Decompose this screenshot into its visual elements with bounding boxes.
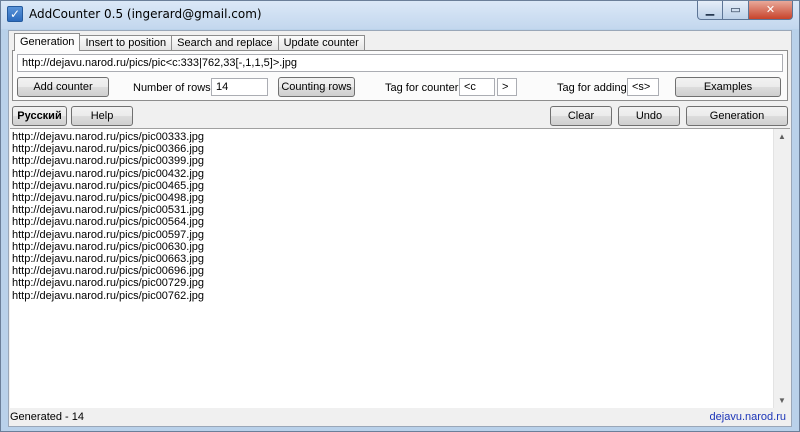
template-input[interactable]: http://dejavu.narod.ru/pics/pic<c:333|76… [17, 54, 783, 72]
rows-label: Number of rows: [133, 82, 214, 94]
output-line: http://dejavu.narod.ru/pics/pic00498.jpg [12, 192, 205, 205]
examples-button[interactable]: Examples [675, 77, 781, 97]
client-area: Generation Insert to position Search and… [8, 30, 792, 427]
tag-adding-input[interactable]: <s> [627, 78, 659, 96]
minimize-button[interactable]: ▁ [697, 1, 723, 20]
tab-generation[interactable]: Generation [14, 33, 81, 51]
output-line: http://dejavu.narod.ru/pics/pic00729.jpg [12, 277, 205, 290]
close-button[interactable]: ✕ [749, 1, 793, 20]
tab-insert-to-position[interactable]: Insert to position [79, 35, 173, 51]
counting-rows-button[interactable]: Counting rows [278, 77, 355, 97]
maximize-button[interactable]: ▭ [723, 1, 749, 20]
output-line: http://dejavu.narod.ru/pics/pic00399.jpg [12, 155, 205, 168]
tab-strip: Generation Insert to position Search and… [14, 33, 365, 51]
output-lines: http://dejavu.narod.ru/pics/pic00333.jpg… [12, 131, 204, 302]
app-window: ✓ AddCounter 0.5 (ingerard@gmail.com) ▁ … [0, 0, 800, 432]
output-line: http://dejavu.narod.ru/pics/pic00630.jpg [12, 240, 205, 253]
output-line: http://dejavu.narod.ru/pics/pic00597.jpg [12, 228, 205, 241]
vertical-scrollbar[interactable]: ▲ ▼ [773, 129, 790, 408]
output-line: http://dejavu.narod.ru/pics/pic00663.jpg [12, 253, 205, 266]
tag-counter-label: Tag for counter: [385, 82, 462, 94]
status-bar: Generated - 14 dejavu.narod.ru [10, 409, 790, 426]
tag-counter-open-input[interactable]: <c [459, 78, 495, 96]
clear-button[interactable]: Clear [550, 106, 612, 126]
help-button[interactable]: Help [71, 106, 133, 126]
rows-input[interactable]: 14 [211, 78, 268, 96]
russian-language-button[interactable]: Русский [12, 106, 67, 126]
title-bar[interactable]: ✓ AddCounter 0.5 (ingerard@gmail.com) ▁ … [1, 1, 799, 29]
app-checkbox-icon[interactable]: ✓ [7, 6, 23, 22]
output-line: http://dejavu.narod.ru/pics/pic00465.jpg [12, 179, 205, 192]
caption-buttons: ▁ ▭ ✕ [697, 1, 793, 21]
output-line: http://dejavu.narod.ru/pics/pic00432.jpg [12, 167, 205, 180]
tab-search-and-replace[interactable]: Search and replace [171, 35, 279, 51]
generation-panel: http://dejavu.narod.ru/pics/pic<c:333|76… [12, 50, 788, 101]
add-counter-button[interactable]: Add counter [17, 77, 109, 97]
output-line: http://dejavu.narod.ru/pics/pic00564.jpg [12, 216, 205, 229]
output-line: http://dejavu.narod.ru/pics/pic00366.jpg [12, 143, 205, 156]
tab-update-counter[interactable]: Update counter [277, 35, 365, 51]
undo-button[interactable]: Undo [618, 106, 680, 126]
scroll-down-icon[interactable]: ▼ [778, 396, 786, 405]
tag-counter-close-input[interactable]: > [497, 78, 517, 96]
output-line: http://dejavu.narod.ru/pics/pic00333.jpg [12, 131, 205, 143]
scroll-up-icon[interactable]: ▲ [778, 132, 786, 141]
output-textarea[interactable]: http://dejavu.narod.ru/pics/pic00333.jpg… [10, 128, 790, 408]
generation-button[interactable]: Generation [686, 106, 788, 126]
output-line: http://dejavu.narod.ru/pics/pic00696.jpg [12, 265, 205, 278]
tag-adding-label: Tag for adding: [557, 82, 630, 94]
output-line: http://dejavu.narod.ru/pics/pic00531.jpg [12, 204, 205, 217]
window-title: AddCounter 0.5 (ingerard@gmail.com) [29, 7, 262, 21]
status-text: Generated - 14 [10, 411, 84, 423]
output-line: http://dejavu.narod.ru/pics/pic00762.jpg [12, 289, 205, 302]
website-link[interactable]: dejavu.narod.ru [710, 411, 786, 423]
